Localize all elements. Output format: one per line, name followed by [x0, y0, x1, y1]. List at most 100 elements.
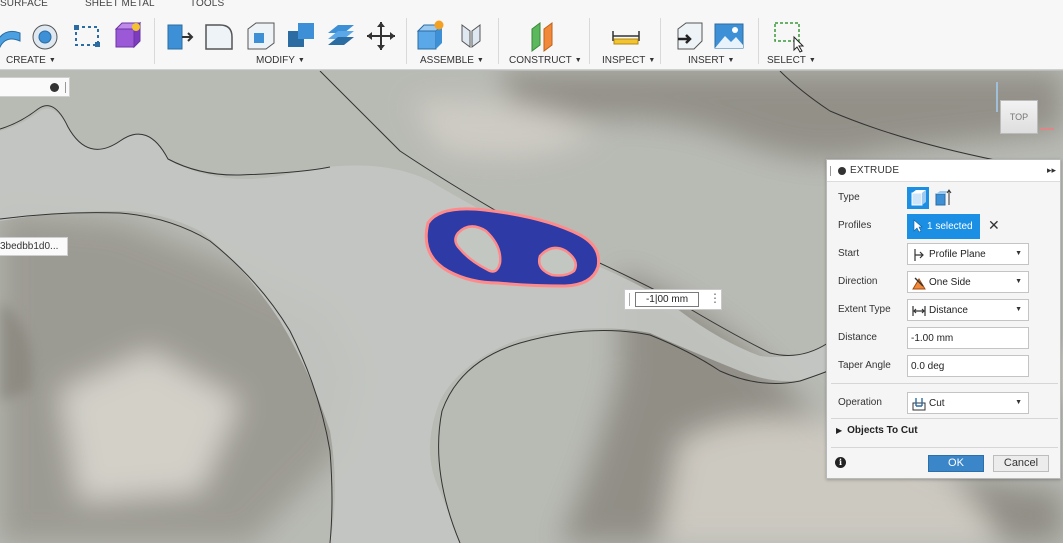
patch-surface-icon[interactable]	[0, 19, 28, 53]
viewcube-axis-icon	[996, 82, 998, 112]
sketch-dimension-icon[interactable]	[70, 19, 104, 53]
start-value: Profile Plane	[929, 249, 986, 260]
chevron-down-icon: ▼	[574, 57, 582, 64]
chevron-down-icon: ▼	[48, 57, 56, 64]
chevron-down-icon: ▼	[727, 57, 735, 64]
expand-triangle-icon: ▶	[836, 426, 843, 435]
type-label: Type	[838, 192, 860, 203]
cut-icon	[912, 398, 926, 411]
distance-icon	[912, 306, 926, 316]
modify-group: MODIFY ▼	[160, 16, 400, 69]
press-pull-icon[interactable]	[162, 19, 196, 53]
insert-menu[interactable]: INSERT ▼	[688, 55, 734, 66]
assemble-group: ASSEMBLE ▼	[414, 16, 496, 69]
operation-select[interactable]: Cut ▼	[907, 392, 1029, 414]
insert-image-icon[interactable]	[712, 19, 746, 53]
create-menu[interactable]: CREATE ▼	[6, 55, 56, 66]
cursor-arrow-icon	[913, 219, 923, 233]
assemble-label: ASSEMBLE	[420, 55, 474, 66]
select-menu[interactable]: SELECT ▼	[767, 55, 816, 66]
insert-mesh-icon[interactable]	[672, 19, 706, 53]
operation-value: Cut	[929, 398, 945, 409]
joint-icon[interactable]	[454, 19, 488, 53]
viewcube[interactable]: TOP	[1000, 100, 1038, 134]
measure-icon[interactable]	[609, 19, 643, 53]
section-divider	[831, 447, 1058, 448]
extent-type-value: Distance	[929, 305, 968, 316]
tab-surface[interactable]: SURFACE	[0, 0, 48, 9]
shell-icon[interactable]	[244, 19, 278, 53]
type-thin-button[interactable]	[932, 187, 954, 209]
profiles-row: Profiles 1 selected ✕	[827, 214, 1060, 239]
start-label: Start	[838, 248, 860, 259]
taper-angle-label: Taper Angle	[838, 360, 891, 371]
extrude-dialog: EXTRUDE ▸▸ Type Profiles 1 selected ✕ St…	[826, 159, 1061, 479]
move-icon[interactable]	[364, 19, 398, 53]
chevron-down-icon: ▼	[1015, 399, 1022, 406]
offset-plane-icon[interactable]	[526, 19, 560, 53]
fillet-icon[interactable]	[202, 19, 236, 53]
start-row: Start Profile Plane ▼	[827, 242, 1060, 266]
chevron-down-icon: ▼	[1015, 250, 1022, 257]
direction-label: Direction	[838, 276, 878, 287]
start-select[interactable]: Profile Plane ▼	[907, 243, 1029, 265]
box-form-icon[interactable]	[110, 19, 144, 53]
extent-type-label: Extent Type	[838, 304, 891, 315]
cancel-button[interactable]: Cancel	[993, 455, 1049, 472]
clear-selection-icon[interactable]: ✕	[988, 217, 1000, 234]
tab-tools[interactable]: TOOLS	[190, 0, 224, 9]
direction-select[interactable]: One Side ▼	[907, 271, 1029, 293]
drag-handle-icon[interactable]	[629, 293, 630, 306]
create-label: CREATE	[6, 55, 46, 66]
window-select-icon[interactable]	[772, 19, 806, 53]
inspect-menu[interactable]: INSPECT ▼	[602, 55, 655, 66]
canvas-label[interactable]: 3bedbb1d0...	[0, 237, 68, 256]
offset-face-icon[interactable]	[324, 19, 358, 53]
thin-extrude-icon	[935, 189, 952, 206]
dialog-title: EXTRUDE	[850, 165, 900, 176]
revolve-surface-icon[interactable]	[28, 19, 62, 53]
info-icon[interactable]: i	[835, 457, 846, 468]
type-row: Type	[827, 186, 1060, 210]
extent-type-select[interactable]: Distance ▼	[907, 299, 1029, 321]
select-label: SELECT	[767, 55, 806, 66]
new-component-icon[interactable]	[414, 19, 448, 53]
panel-grip-icon[interactable]	[830, 166, 831, 176]
profiles-count: 1 selected	[927, 221, 973, 232]
taper-angle-input[interactable]	[908, 356, 1028, 376]
taper-angle-row: Taper Angle	[827, 354, 1060, 378]
dialog-header[interactable]: EXTRUDE ▸▸	[827, 160, 1060, 182]
type-solid-button[interactable]	[907, 187, 929, 209]
viewcube-axis-icon	[1040, 128, 1054, 130]
create-group: CREATE ▼	[0, 16, 150, 69]
more-options-icon[interactable]: ⋮	[709, 291, 721, 305]
dimension-input[interactable]	[635, 292, 699, 307]
ok-button[interactable]: OK	[928, 455, 984, 472]
chevron-down-icon: ▼	[808, 57, 816, 64]
chevron-down-icon: ▼	[1015, 306, 1022, 313]
distance-input[interactable]	[908, 328, 1028, 348]
browser-panel[interactable]	[0, 77, 70, 97]
chevron-down-icon: ▼	[1015, 278, 1022, 285]
construct-menu[interactable]: CONSTRUCT ▼	[509, 55, 582, 66]
operation-row: Operation Cut ▼	[827, 391, 1060, 415]
fast-forward-icon[interactable]: ▸▸	[1047, 165, 1056, 176]
distance-field	[907, 327, 1029, 349]
section-divider	[831, 418, 1058, 419]
record-icon[interactable]	[50, 83, 59, 92]
modify-menu[interactable]: MODIFY ▼	[256, 55, 305, 66]
construct-group: CONSTRUCT ▼	[504, 16, 584, 69]
toolbar-divider	[154, 18, 155, 64]
insert-label: INSERT	[688, 55, 725, 66]
assemble-menu[interactable]: ASSEMBLE ▼	[420, 55, 484, 66]
chevron-down-icon: ▼	[648, 57, 656, 64]
profiles-selection-button[interactable]: 1 selected	[907, 214, 980, 239]
inspect-label: INSPECT	[602, 55, 646, 66]
section-divider	[831, 383, 1058, 384]
solid-extrude-icon	[911, 190, 926, 206]
panel-grip-icon[interactable]	[65, 82, 66, 93]
distance-label: Distance	[838, 332, 877, 343]
combine-icon[interactable]	[284, 19, 318, 53]
tab-sheet-metal[interactable]: SHEET METAL	[85, 0, 155, 9]
objects-to-cut-expander[interactable]: ▶ Objects To Cut	[836, 425, 918, 436]
